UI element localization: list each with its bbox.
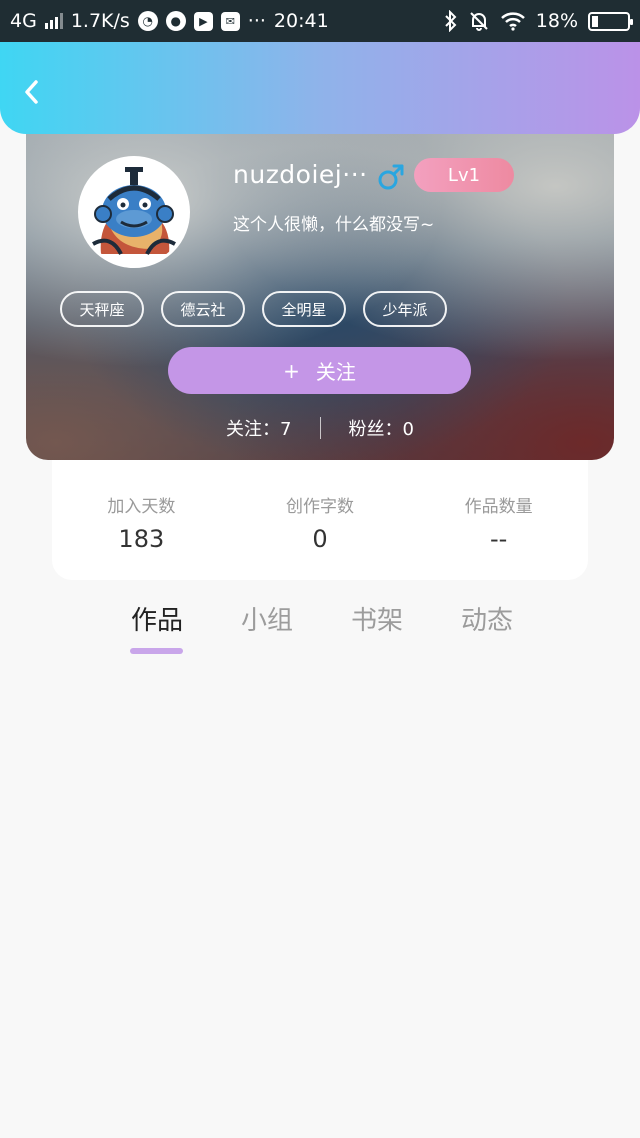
stat-word-count: 创作字数 0 [231,460,410,580]
mail-icon: ✉ [220,11,240,31]
header-bar [0,42,640,134]
network-type: 4G [10,10,37,32]
tag-list: 天秤座 德云社 全明星 少年派 [60,291,447,327]
back-button[interactable] [14,74,50,110]
tag-item[interactable]: 德云社 [161,291,245,327]
stat-works-count: 作品数量 -- [409,460,588,580]
bluetooth-icon [445,10,457,32]
status-bar: 4G 1.7K/s ◔ ● ▶ ✉ ··· 20:41 18% [0,0,640,42]
more-notifications-icon: ··· [247,10,266,32]
follow-stats: 关注：7 粉丝：0 [26,416,614,440]
avatar[interactable] [78,156,190,268]
tab-label: 动态 [460,606,513,636]
status-right: 18% [444,10,633,32]
content-tabs: 作品 小组 书架 动态 [102,600,542,654]
tab-label: 小组 [240,606,293,636]
tab-bookshelf[interactable]: 书架 [322,600,432,637]
tag-item[interactable]: 少年派 [363,291,447,327]
stat-value: 0 [312,525,328,553]
wifi-icon [500,12,525,31]
profile-card: nuzdoiej··· Lv1 这个人很懒，什么都没写~ 天秤座 德云社 全明星… [26,118,614,460]
follow-button-label: 关注 [315,360,356,384]
plus-icon: + [283,358,300,383]
status-left: 4G 1.7K/s ◔ ● ▶ ✉ ··· 20:41 [10,10,329,32]
stat-join-days: 加入天数 183 [52,460,231,580]
signal-icon [44,13,63,29]
bio-text: 这个人很懒，什么都没写~ [233,215,435,235]
tab-label: 作品 [130,606,183,636]
tab-works[interactable]: 作品 [102,600,212,654]
stats-card: 加入天数 183 创作字数 0 作品数量 -- [52,460,588,580]
clock: 20:41 [273,10,329,32]
stat-label: 作品数量 [464,497,533,517]
active-tab-indicator [130,648,183,654]
tag-item[interactable]: 天秤座 [60,291,144,327]
app-notification-icon: ◔ [137,11,158,31]
stat-label: 加入天数 [107,497,176,517]
tab-content-area [0,680,640,1138]
chevron-left-icon [25,80,38,104]
stat-value: -- [490,525,508,553]
battery-percent: 18% [535,10,578,32]
stat-label: 创作字数 [286,497,354,517]
level-badge: Lv1 [414,158,514,192]
tab-groups[interactable]: 小组 [212,600,322,637]
battery-icon [588,11,633,31]
silent-bell-icon [470,12,488,31]
following-count[interactable]: 关注：7 [226,415,291,441]
follow-button[interactable]: + 关注 [168,347,471,394]
battery-fill [592,15,599,27]
stats-divider [319,417,321,439]
tag-item[interactable]: 全明星 [262,291,346,327]
profile-page: 4G 1.7K/s ◔ ● ▶ ✉ ··· 20:41 18% nuzdoiej… [0,0,640,1138]
cartoon-avatar-image [81,159,187,265]
username: nuzdoiej··· [233,160,368,189]
followers-count[interactable]: 粉丝：0 [349,415,414,441]
stat-value: 183 [118,525,165,553]
tab-activity[interactable]: 动态 [432,600,542,637]
tab-label: 书架 [350,606,403,636]
planet-icon: ● [165,11,186,31]
male-gender-icon [378,164,404,190]
network-speed: 1.7K/s [70,10,130,32]
play-icon: ▶ [193,11,213,31]
